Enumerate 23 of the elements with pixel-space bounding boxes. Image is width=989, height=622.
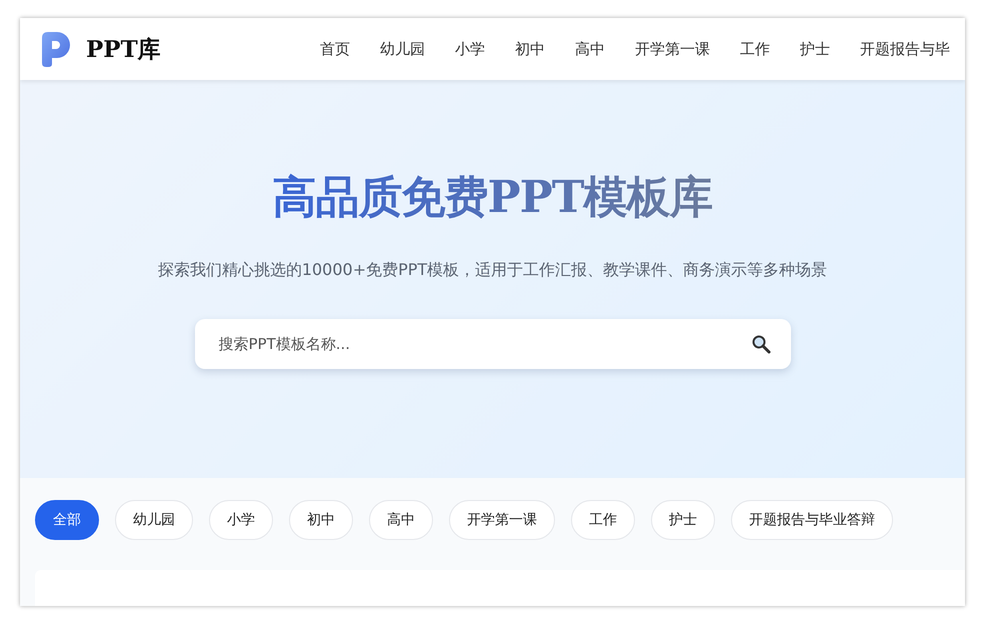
nav-link[interactable]: 护士 bbox=[785, 40, 845, 58]
filter-chip[interactable]: 初中 bbox=[289, 500, 353, 540]
hero-subtitle: 探索我们精心挑选的10000+免费PPT模板，适用于工作汇报、教学课件、商务演示等多种场景 bbox=[156, 259, 828, 281]
nav-link[interactable]: 高中 bbox=[560, 40, 620, 58]
search-field[interactable]: 搜索PPT模板名称... bbox=[194, 319, 790, 369]
nav-link[interactable]: 开题报告与毕 bbox=[845, 40, 965, 58]
search-icon[interactable] bbox=[750, 334, 770, 354]
filter-chip[interactable]: 全部 bbox=[35, 500, 99, 540]
filter-chip[interactable]: 开学第一课 bbox=[449, 500, 555, 540]
filter-chip[interactable]: 高中 bbox=[369, 500, 433, 540]
logo-icon bbox=[40, 30, 72, 68]
filter-chip[interactable]: 小学 bbox=[209, 500, 273, 540]
nav-link[interactable]: 幼儿园 bbox=[365, 40, 440, 58]
nav-link[interactable]: 工作 bbox=[725, 40, 785, 58]
nav-link[interactable]: 小学 bbox=[440, 40, 500, 58]
nav-link[interactable]: 初中 bbox=[500, 40, 560, 58]
filter-chip[interactable]: 开题报告与毕业答辩 bbox=[731, 500, 893, 540]
filter-chip[interactable]: 护士 bbox=[651, 500, 715, 540]
nav-link[interactable]: 开学第一课 bbox=[620, 40, 725, 58]
filter-chip[interactable]: 工作 bbox=[571, 500, 635, 540]
nav-link[interactable]: 首页 bbox=[305, 40, 365, 58]
filter-chip[interactable]: 幼儿园 bbox=[115, 500, 193, 540]
logo-text[interactable]: PPT库 bbox=[86, 34, 161, 64]
